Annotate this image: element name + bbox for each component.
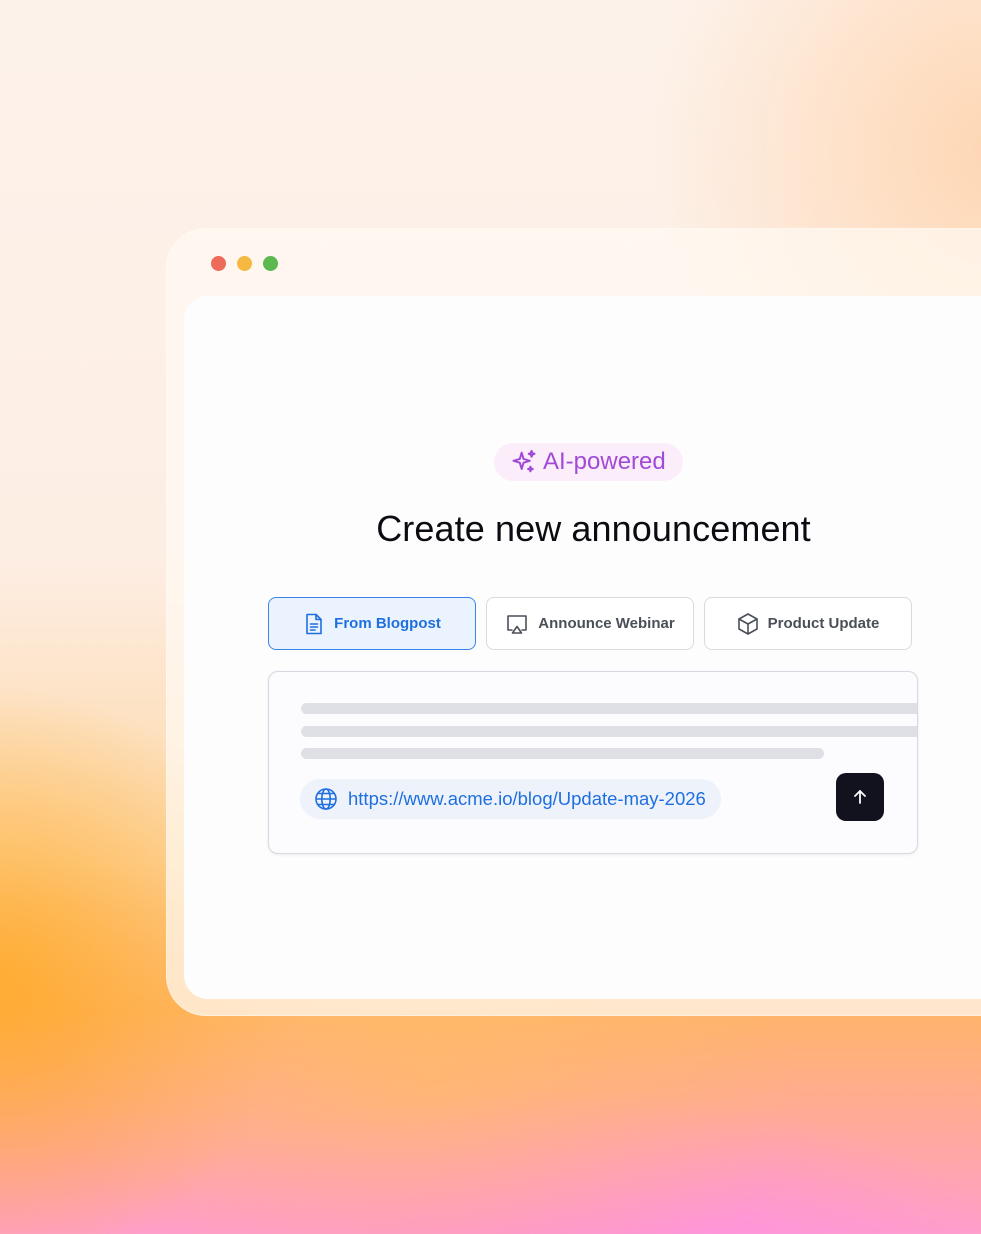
window-content: AI-powered Create new announcement From … — [184, 296, 981, 999]
ai-powered-badge: AI-powered — [494, 443, 683, 481]
placeholder-line — [301, 703, 917, 714]
submit-button[interactable] — [836, 773, 884, 821]
url-text: https://www.acme.io/blog/Update-may-2026 — [348, 788, 706, 809]
browser-window: AI-powered Create new announcement From … — [166, 228, 981, 1016]
close-window-button[interactable] — [211, 256, 226, 271]
presentation-icon — [505, 613, 529, 635]
tab-product-update[interactable]: Product Update — [704, 597, 912, 650]
document-icon — [303, 612, 325, 636]
prompt-input-card[interactable]: https://www.acme.io/blog/Update-may-2026 — [268, 671, 918, 854]
placeholder-line — [301, 748, 824, 759]
url-chip[interactable]: https://www.acme.io/blog/Update-may-2026 — [300, 779, 721, 819]
tab-label: Announce Webinar — [538, 615, 675, 632]
globe-icon — [314, 787, 338, 811]
tab-announce-webinar[interactable]: Announce Webinar — [486, 597, 694, 650]
sparkles-icon — [510, 448, 538, 476]
tab-label: From Blogpost — [334, 615, 441, 632]
ai-badge-label: AI-powered — [543, 448, 666, 475]
tab-label: Product Update — [767, 615, 880, 632]
minimize-window-button[interactable] — [237, 256, 252, 271]
window-controls — [211, 256, 278, 271]
placeholder-line — [301, 726, 917, 737]
arrow-up-icon — [851, 788, 869, 806]
page-title: Create new announcement — [376, 508, 811, 549]
template-tabs: From Blogpost Announce Webinar Product U… — [268, 597, 912, 650]
maximize-window-button[interactable] — [263, 256, 278, 271]
box-icon — [737, 612, 759, 636]
tab-from-blogpost[interactable]: From Blogpost — [268, 597, 476, 650]
